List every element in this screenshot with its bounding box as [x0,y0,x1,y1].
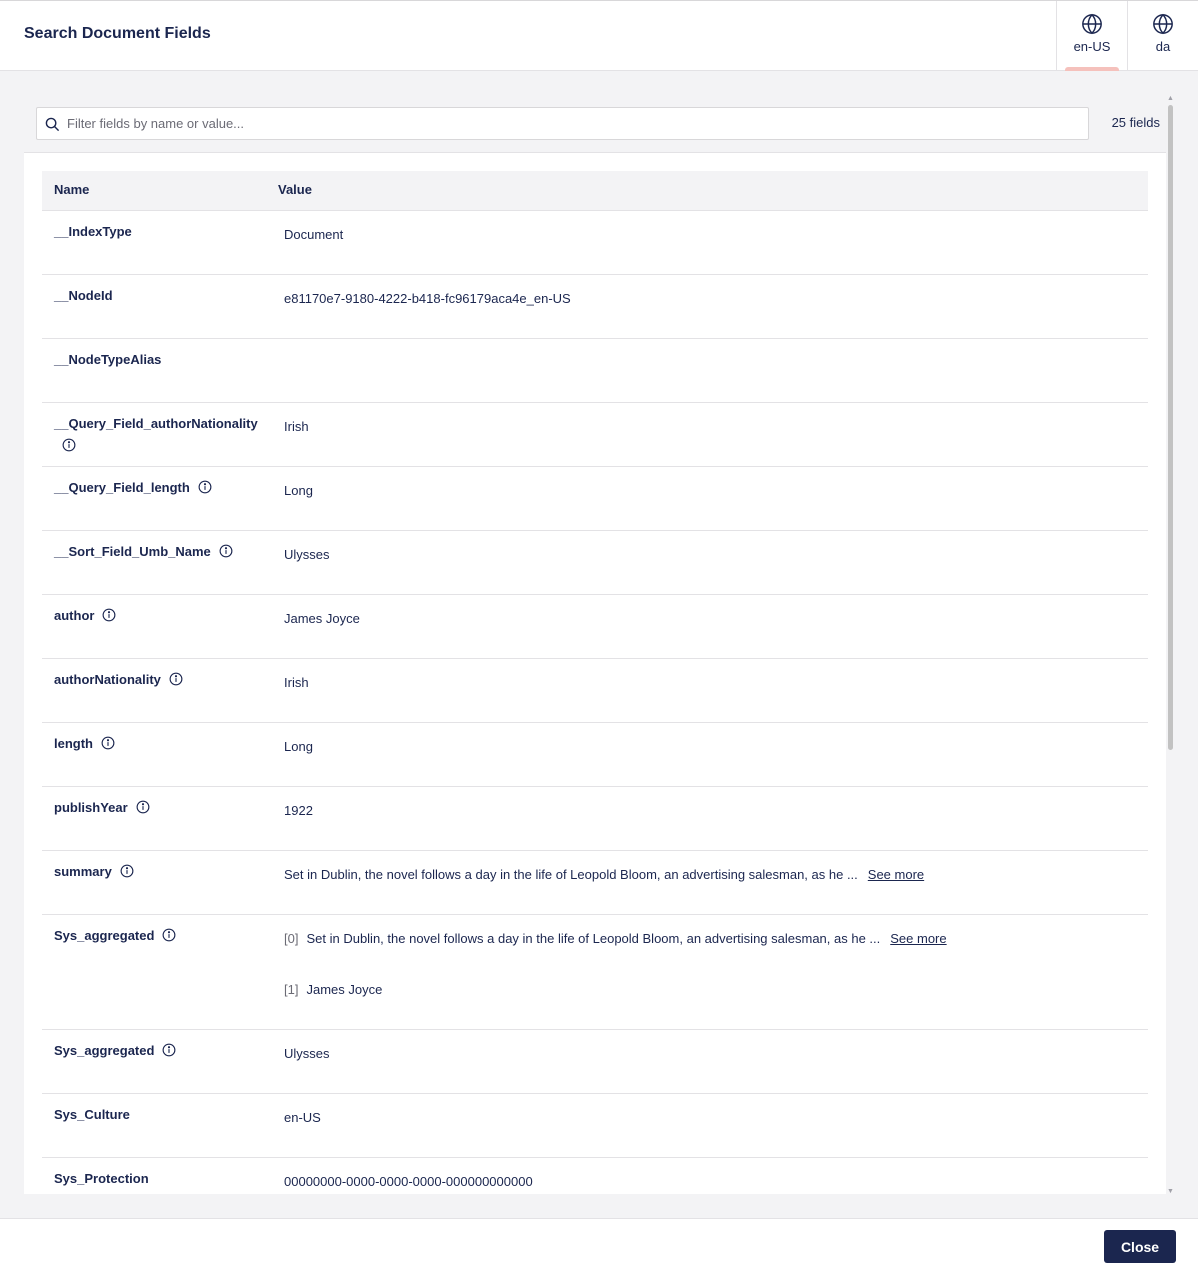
field-value: en-US [284,1110,321,1125]
tab-da[interactable]: da [1127,1,1198,71]
table-row: __Sort_Field_Umb_Name Ulysses [42,531,1148,595]
field-value: Long [284,483,313,498]
field-value: e81170e7-9180-4222-b418-fc96179aca4e_en-… [284,291,571,306]
field-name: length [54,733,258,755]
table-row: __IndexType Document [42,211,1148,275]
column-header-value: Value [278,182,312,197]
field-value: 00000000-0000-0000-0000-000000000000 [284,1174,533,1189]
tab-label: da [1155,39,1171,54]
info-icon[interactable] [219,544,233,558]
globe-icon [1153,13,1173,35]
table-row: publishYear 1922 [42,787,1148,851]
column-header-name: Name [54,182,90,197]
scroll-thumb[interactable] [1168,105,1173,750]
tab-en-us[interactable]: en-US [1056,1,1127,71]
field-value-item: [1] James Joyce [284,982,383,997]
table-row: __Query_Field_length Long [42,467,1148,531]
field-name: __Query_Field_authorNationality [54,413,258,457]
see-more-link[interactable]: See more [890,931,946,946]
table-row: __NodeId e81170e7-9180-4222-b418-fc96179… [42,275,1148,339]
fields-table: Name Value __IndexType Document __NodeId… [42,171,1148,1194]
table-header: Name Value [42,171,1148,211]
field-name: authorNationality [54,669,258,691]
field-name: __IndexType [54,224,132,239]
field-value: Irish [284,419,309,434]
field-name: summary [54,861,258,883]
field-name: author [54,605,258,627]
value-index: [0] [284,931,299,946]
field-value: 1922 [284,803,313,818]
table-row: summary Set in Dublin, the novel follows… [42,851,1148,915]
tab-label: en-US [1073,39,1111,54]
table-row: authorNationality Irish [42,659,1148,723]
info-icon[interactable] [198,480,212,494]
table-row: Sys_Protection 00000000-0000-0000-0000-0… [42,1158,1148,1194]
scroll-up-arrow-icon[interactable]: ▲ [1167,95,1174,102]
field-value: Long [284,739,313,754]
filter-input[interactable] [67,108,1077,139]
search-box[interactable] [36,107,1089,140]
filter-row: 25 fields [36,107,1160,140]
see-more-link[interactable]: See more [868,867,924,882]
field-value: Irish [284,675,309,690]
field-value: Ulysses [284,547,330,562]
info-icon[interactable] [101,736,115,750]
dialog-header: Search Document Fields en-US da [0,0,1198,71]
table-row: Sys_aggregated Ulysses [42,1030,1148,1094]
info-icon[interactable] [102,608,116,622]
field-value-item: [0] Set in Dublin, the novel follows a da… [284,931,947,946]
info-icon[interactable] [120,864,134,878]
dialog-body: 25 fields Name Value __IndexType Documen… [0,71,1198,1218]
field-name: __NodeTypeAlias [54,352,162,367]
field-name: __Sort_Field_Umb_Name [54,541,258,563]
field-value: Document [284,227,344,242]
field-count: 25 fields [1111,115,1160,130]
info-icon[interactable] [162,1043,176,1057]
field-name: Sys_aggregated [54,925,258,947]
dialog-title: Search Document Fields [24,25,211,42]
info-icon[interactable] [62,438,76,452]
dialog-footer: Close [0,1218,1198,1269]
table-row: Sys_aggregated [0] Set in Dublin, the nov… [42,915,1148,1030]
globe-icon [1082,13,1102,35]
table-row: Sys_Culture en-US [42,1094,1148,1158]
table-row: __Query_Field_authorNationality Irish [42,403,1148,467]
info-icon[interactable] [136,800,150,814]
value-index: [1] [284,982,299,997]
table-row: length Long [42,723,1148,787]
search-icon [45,117,60,132]
field-name: Sys_Protection [54,1171,149,1186]
scrollbar[interactable]: ▲ ▼ [1166,95,1175,1195]
table-row: __NodeTypeAlias [42,339,1148,403]
info-icon[interactable] [162,928,176,942]
field-name: Sys_Culture [54,1107,130,1122]
field-value: Ulysses [284,1046,330,1061]
field-name: Sys_aggregated [54,1040,258,1062]
field-name: __Query_Field_length [54,477,258,499]
fields-panel: Name Value __IndexType Document __NodeId… [24,152,1166,1194]
table-row: author James Joyce [42,595,1148,659]
info-icon[interactable] [169,672,183,686]
field-value: Set in Dublin, the novel follows a day i… [284,867,925,882]
field-name: __NodeId [54,288,113,303]
field-name: publishYear [54,797,258,819]
language-tabs: en-US da [1056,1,1198,71]
field-value: James Joyce [284,611,360,626]
close-button[interactable]: Close [1104,1230,1176,1263]
scroll-down-arrow-icon[interactable]: ▼ [1167,1188,1174,1195]
